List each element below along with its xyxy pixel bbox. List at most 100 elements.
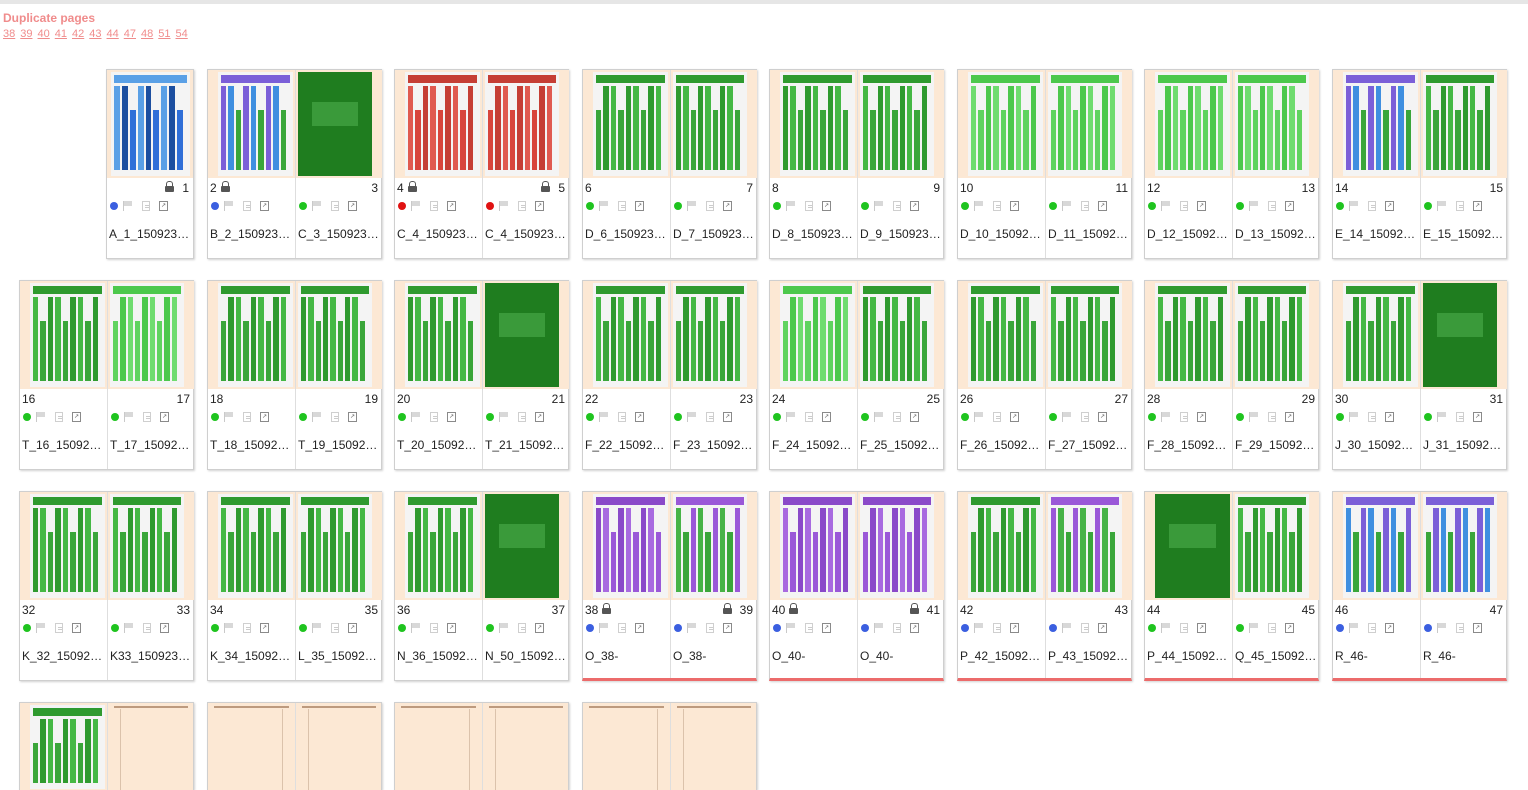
pdf-icon[interactable]: ↗: [260, 201, 269, 211]
flag-icon[interactable]: [124, 623, 134, 633]
note-icon[interactable]: [1368, 412, 1376, 422]
pdf-icon[interactable]: ↗: [1473, 623, 1482, 633]
page-thumbnail[interactable]: [583, 281, 670, 389]
note-icon[interactable]: [1081, 623, 1089, 633]
page-spread[interactable]: [207, 702, 382, 790]
page-spread[interactable]: 14 ↗ E_14_15092… 15 ↗ E_15_15092…: [1332, 69, 1507, 259]
page-10[interactable]: 10 ↗ D_10_15092…: [958, 70, 1045, 258]
flag-icon[interactable]: [1161, 623, 1171, 633]
page-thumbnail[interactable]: [583, 492, 670, 600]
note-icon[interactable]: [993, 623, 1001, 633]
page-blank[interactable]: [583, 703, 670, 790]
page-44[interactable]: 44 ↗ P_44_15092…: [1145, 492, 1232, 678]
page-25[interactable]: 25 ↗ F_25_15092…: [857, 281, 944, 469]
page-34[interactable]: 34 ↗ K_34_15092…: [208, 492, 295, 680]
pdf-icon[interactable]: ↗: [348, 623, 357, 633]
page-thumbnail[interactable]: [1233, 70, 1319, 178]
page-spread[interactable]: [19, 702, 194, 790]
page-blank[interactable]: [670, 703, 756, 790]
page-blank[interactable]: [107, 703, 193, 790]
flag-icon[interactable]: [687, 201, 697, 211]
flag-icon[interactable]: [599, 412, 609, 422]
page-filename[interactable]: E_14_15092…: [1335, 227, 1417, 241]
note-icon[interactable]: [142, 201, 150, 211]
pdf-icon[interactable]: ↗: [160, 623, 169, 633]
page-thumbnail[interactable]: [858, 492, 944, 600]
page-spread[interactable]: 20 ↗ T_20_15092… 21 ↗ T_21_15092…: [394, 280, 569, 470]
status-dot-icon[interactable]: [1424, 624, 1432, 632]
flag-icon[interactable]: [1161, 412, 1171, 422]
page-filename[interactable]: O_40-: [860, 649, 941, 663]
page-thumbnail[interactable]: [483, 703, 568, 790]
status-dot-icon[interactable]: [1336, 202, 1344, 210]
page-thumbnail[interactable]: [1333, 281, 1420, 389]
page-thumbnail[interactable]: [395, 703, 482, 790]
page-8[interactable]: 8 ↗ D_8_150923…: [770, 70, 857, 258]
pdf-icon[interactable]: ↗: [723, 623, 732, 633]
pdf-icon[interactable]: ↗: [535, 201, 544, 211]
pdf-icon[interactable]: ↗: [1010, 201, 1019, 211]
note-icon[interactable]: [331, 412, 339, 422]
flag-icon[interactable]: [312, 412, 322, 422]
duplicate-page-link[interactable]: 40: [38, 28, 50, 40]
flag-icon[interactable]: [599, 201, 609, 211]
page-filename[interactable]: P_44_15092…: [1147, 649, 1229, 663]
pdf-icon[interactable]: ↗: [72, 623, 81, 633]
page-11[interactable]: 11 ↗ D_11_15092…: [1045, 70, 1132, 258]
flag-icon[interactable]: [974, 412, 984, 422]
status-dot-icon[interactable]: [861, 624, 869, 632]
note-icon[interactable]: [1456, 201, 1464, 211]
flag-icon[interactable]: [36, 412, 46, 422]
pdf-icon[interactable]: ↗: [447, 412, 456, 422]
page-spread[interactable]: 46 ↗ R_46- 47 ↗ R_46-: [1332, 491, 1507, 681]
duplicate-page-link[interactable]: 38: [3, 28, 15, 40]
flag-icon[interactable]: [224, 201, 234, 211]
note-icon[interactable]: [805, 623, 813, 633]
page-23[interactable]: 23 ↗ F_23_15092…: [670, 281, 757, 469]
page-filename[interactable]: F_24_15092…: [772, 438, 854, 452]
page-22[interactable]: 22 ↗ F_22_15092…: [583, 281, 670, 469]
pdf-icon[interactable]: ↗: [1197, 412, 1206, 422]
flag-icon[interactable]: [124, 412, 134, 422]
page-spread[interactable]: 6 ↗ D_6_150923… 7 ↗ D_7_150923…: [582, 69, 757, 259]
page-thumbnail[interactable]: [483, 281, 569, 389]
pdf-icon[interactable]: ↗: [1285, 412, 1294, 422]
page-28[interactable]: 28 ↗ F_28_15092…: [1145, 281, 1232, 469]
page-thumbnail[interactable]: [1046, 281, 1132, 389]
page-46[interactable]: 46 ↗ R_46-: [1333, 492, 1420, 678]
page-40[interactable]: 40 ↗ O_40-: [770, 492, 857, 678]
note-icon[interactable]: [618, 412, 626, 422]
note-icon[interactable]: [893, 201, 901, 211]
note-icon[interactable]: [618, 201, 626, 211]
page-spread[interactable]: 22 ↗ F_22_15092… 23 ↗ F_23_15092…: [582, 280, 757, 470]
note-icon[interactable]: [143, 623, 151, 633]
page-thumbnail[interactable]: [1145, 70, 1232, 178]
pdf-icon[interactable]: ↗: [535, 412, 544, 422]
note-icon[interactable]: [805, 412, 813, 422]
status-dot-icon[interactable]: [961, 624, 969, 632]
pdf-icon[interactable]: ↗: [723, 201, 732, 211]
page-thumbnail[interactable]: [483, 492, 569, 600]
page-filename[interactable]: N_36_15092…: [397, 649, 479, 663]
page-filename[interactable]: Q_45_15092…: [1235, 649, 1316, 663]
flag-icon[interactable]: [1249, 201, 1259, 211]
page-spread[interactable]: 8 ↗ D_8_150923… 9 ↗ D_9_150923…: [769, 69, 944, 259]
page-thumbnail[interactable]: [1421, 70, 1507, 178]
note-icon[interactable]: [1180, 201, 1188, 211]
page-spread[interactable]: 16 ↗ T_16_15092… 17 ↗ T_17_15092…: [19, 280, 194, 470]
page-filename[interactable]: T_20_15092…: [397, 438, 479, 452]
page-thumbnail[interactable]: [1145, 492, 1232, 600]
pdf-icon[interactable]: ↗: [822, 201, 831, 211]
pdf-icon[interactable]: ↗: [1285, 623, 1294, 633]
note-icon[interactable]: [1081, 201, 1089, 211]
status-dot-icon[interactable]: [1336, 413, 1344, 421]
page-filename[interactable]: D_11_15092…: [1048, 227, 1129, 241]
pdf-icon[interactable]: ↗: [1385, 201, 1394, 211]
note-icon[interactable]: [55, 412, 63, 422]
page-blank[interactable]: [20, 703, 107, 790]
page-thumbnail[interactable]: [483, 70, 569, 178]
pdf-icon[interactable]: ↗: [1385, 623, 1394, 633]
page-thumbnail[interactable]: [1333, 492, 1420, 600]
status-dot-icon[interactable]: [1148, 624, 1156, 632]
page-spread[interactable]: 28 ↗ F_28_15092… 29 ↗ F_29_15092…: [1144, 280, 1319, 470]
